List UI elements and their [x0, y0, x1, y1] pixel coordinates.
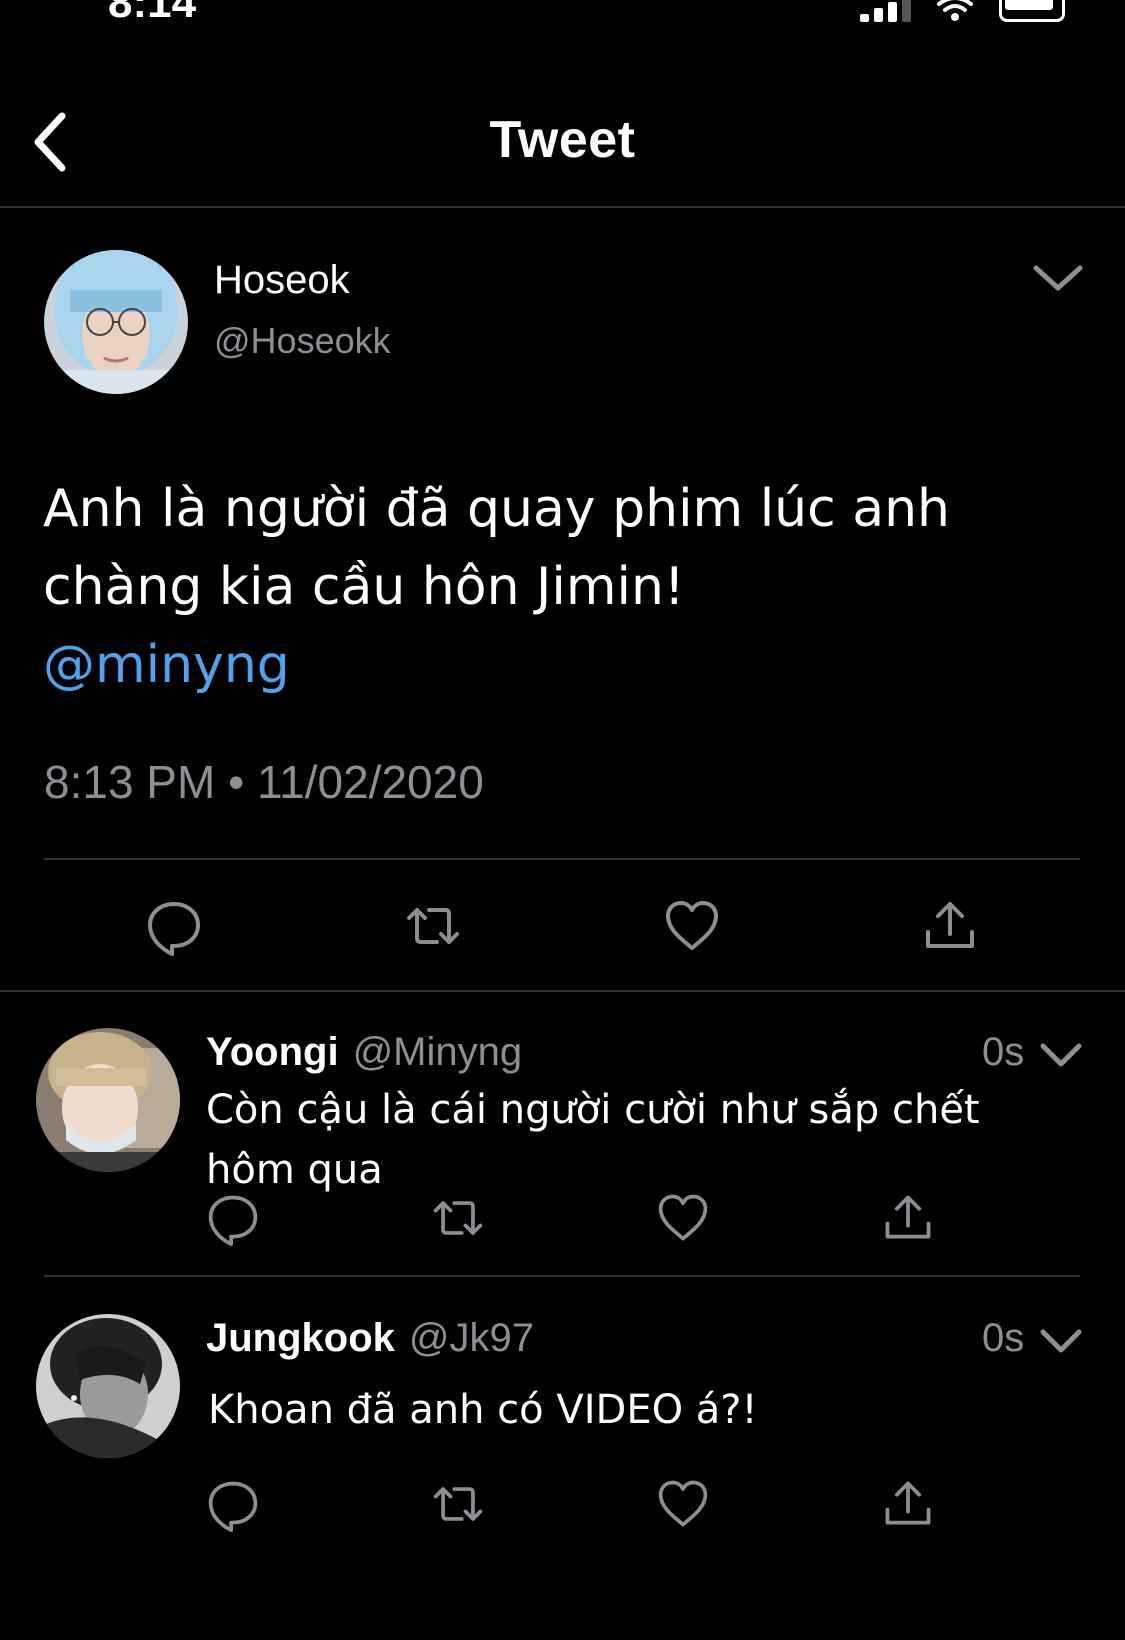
- divider: [44, 858, 1080, 860]
- header: Tweet: [0, 88, 1125, 208]
- retweet-icon: [407, 908, 459, 944]
- share-icon: [885, 1195, 931, 1239]
- chevron-down-icon: [1040, 1043, 1082, 1067]
- reply-text: Còn cậu là cái người cười như sắp chết h…: [206, 1087, 980, 1193]
- reply-author[interactable]: Jungkook @Jk97: [206, 1316, 534, 1361]
- retweet-icon: [433, 1487, 483, 1521]
- retweet-button[interactable]: [403, 896, 463, 956]
- share-button[interactable]: [880, 1476, 936, 1532]
- tweet-options-button[interactable]: [1030, 258, 1086, 298]
- reply-options-button[interactable]: [1038, 1324, 1084, 1358]
- reply-author-handle: @Minyng: [352, 1030, 523, 1074]
- tweet-timestamp: 8:13 PM • 11/02/2020: [44, 756, 484, 808]
- heart-icon: [658, 1480, 708, 1527]
- status-icons: [860, 0, 1065, 22]
- reply-button[interactable]: [205, 1190, 261, 1246]
- mention-link[interactable]: @minyng: [43, 626, 1043, 704]
- reply-options-button[interactable]: [1038, 1038, 1084, 1072]
- retweet-button[interactable]: [430, 1476, 486, 1532]
- share-button[interactable]: [920, 896, 980, 956]
- reply-button[interactable]: [205, 1476, 261, 1532]
- tweet-body: Anh là người đã quay phim lúc anh chàng …: [43, 479, 951, 617]
- status-bar: 8:14: [0, 0, 1125, 40]
- divider: [0, 990, 1125, 992]
- share-icon: [885, 1481, 931, 1525]
- chevron-down-icon: [1040, 1329, 1082, 1353]
- reply-time: 0s: [982, 1316, 1025, 1360]
- heart-icon: [658, 1194, 708, 1241]
- tweet-text: Anh là người đã quay phim lúc anh chàng …: [43, 470, 1043, 704]
- reply-icon: [148, 902, 200, 956]
- share-button[interactable]: [880, 1190, 936, 1246]
- reply-icon: [208, 1481, 258, 1532]
- reply-button[interactable]: [144, 896, 204, 956]
- avatar-jungkook[interactable]: [36, 1314, 180, 1458]
- wifi-icon: [937, 0, 973, 21]
- heart-icon: [666, 901, 718, 950]
- avatar-hoseok[interactable]: [44, 250, 188, 394]
- reply-author-name: Jungkook: [206, 1316, 395, 1360]
- like-button[interactable]: [662, 896, 722, 956]
- reply-time: 0s: [982, 1030, 1025, 1074]
- status-time: 8:14: [108, 0, 197, 27]
- battery-icon: [999, 0, 1065, 22]
- reply-author[interactable]: Yoongi @Minyng: [206, 1030, 522, 1075]
- page-title: Tweet: [489, 111, 636, 169]
- like-button[interactable]: [655, 1476, 711, 1532]
- author-name[interactable]: Hoseok: [214, 258, 350, 303]
- author-handle[interactable]: @Hoseokk: [214, 320, 391, 362]
- retweet-button[interactable]: [430, 1190, 486, 1246]
- reply-author-handle: @Jk97: [408, 1316, 535, 1360]
- reply-author-name: Yoongi: [206, 1030, 339, 1074]
- signal-icon: [860, 0, 911, 22]
- chevron-down-icon: [1033, 265, 1083, 291]
- share-icon: [926, 902, 974, 948]
- reply-text: Khoan đã anh có VIDEO á?!: [208, 1387, 758, 1433]
- retweet-icon: [433, 1201, 483, 1235]
- avatar-yoongi[interactable]: [36, 1028, 180, 1172]
- divider: [44, 1275, 1080, 1277]
- like-button[interactable]: [655, 1190, 711, 1246]
- reply-icon: [208, 1195, 258, 1246]
